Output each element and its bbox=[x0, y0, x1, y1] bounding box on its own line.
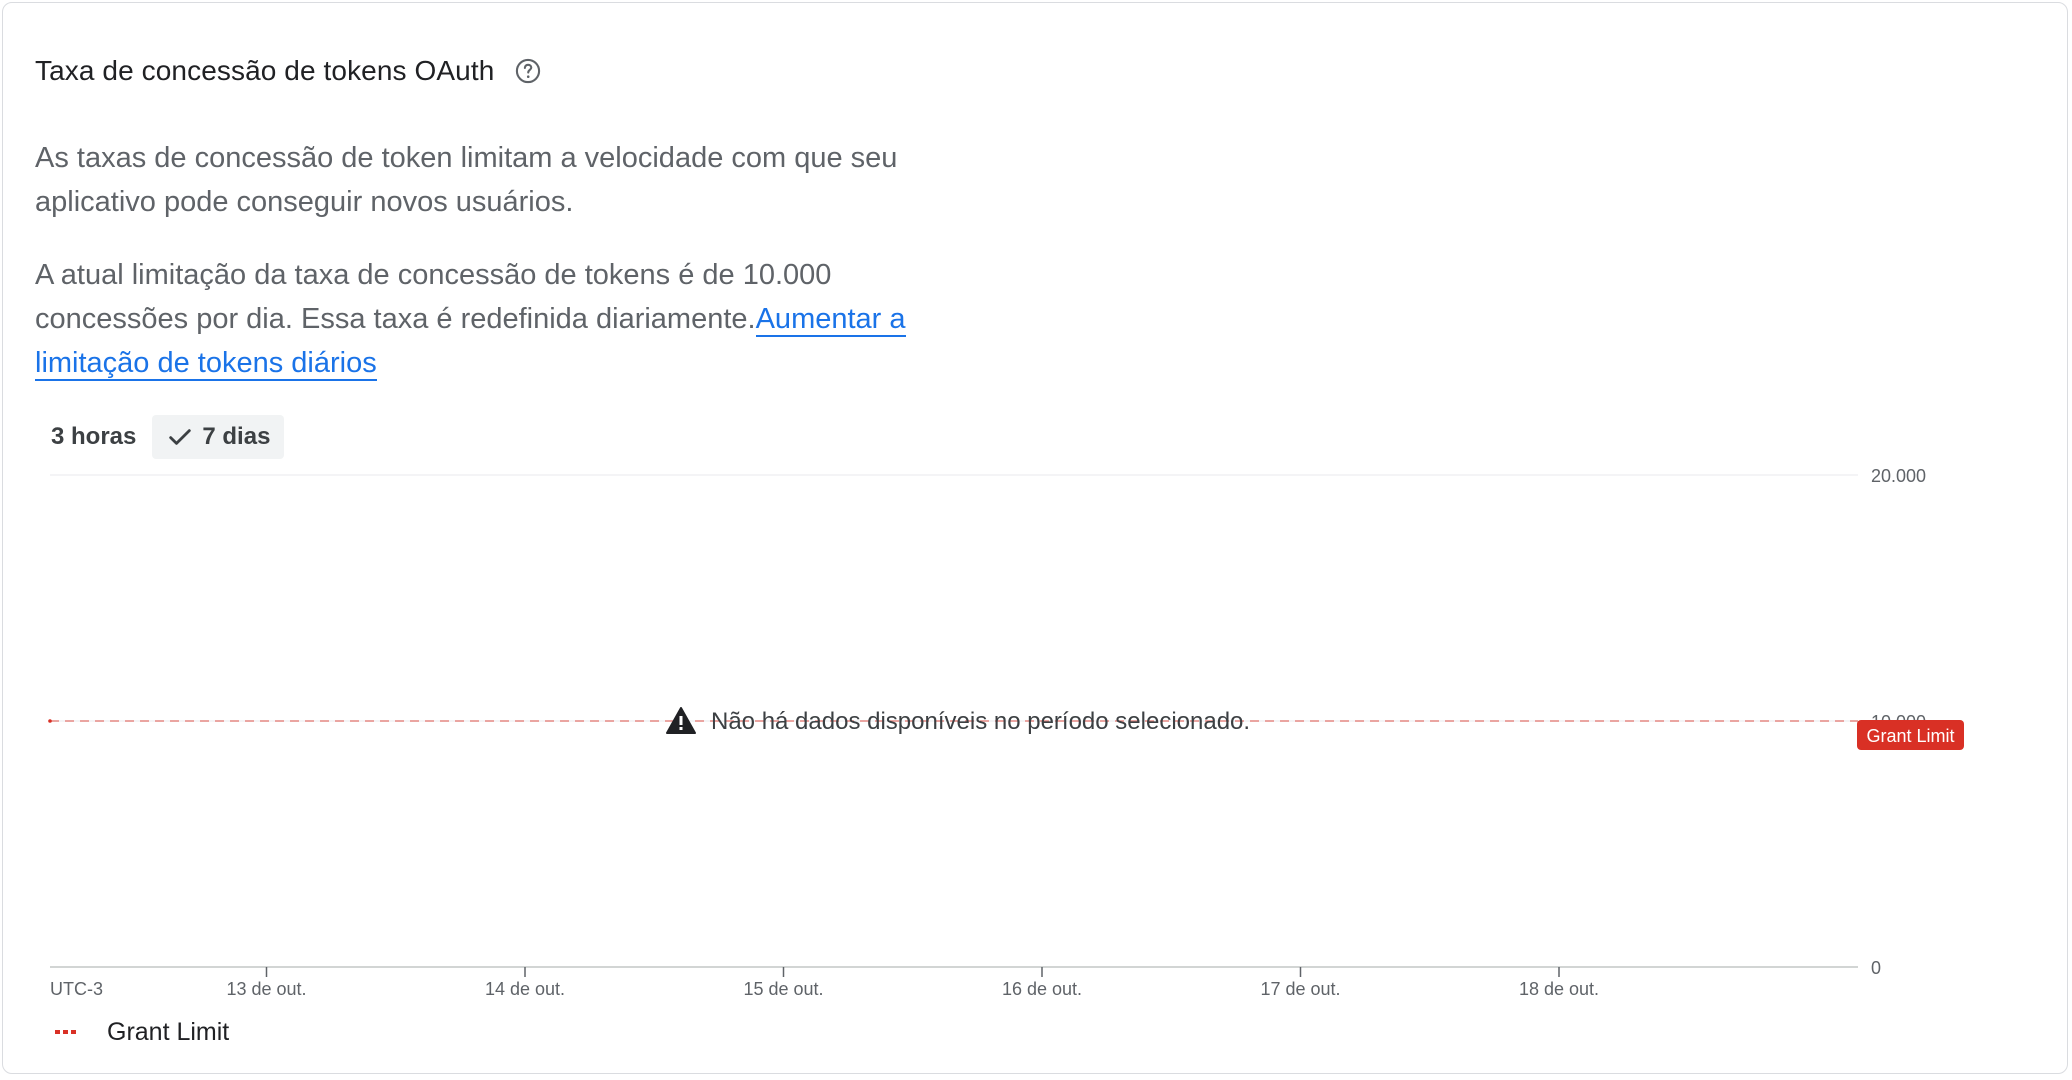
help-circle-icon[interactable] bbox=[514, 57, 542, 85]
legend-label-grant-limit: Grant Limit bbox=[107, 1017, 230, 1046]
no-data-message: Não há dados disponíveis no período sele… bbox=[711, 708, 1250, 735]
y-tick-label: 0 bbox=[1871, 958, 1881, 978]
grant-limit-badge-label: Grant Limit bbox=[1866, 726, 1954, 746]
x-tick-label: 16 de out. bbox=[1002, 979, 1082, 999]
x-tick-label: 15 de out. bbox=[743, 979, 823, 999]
oauth-token-grant-rate-card: Taxa de concessão de tokens OAuth As tax… bbox=[2, 2, 2068, 1074]
card-title: Taxa de concessão de tokens OAuth bbox=[35, 55, 495, 86]
y-tick-label: 20.000 bbox=[1871, 466, 1926, 486]
series-point-grant-limit bbox=[48, 719, 52, 723]
grant-rate-description: As taxas de concessão de token limitam a… bbox=[35, 142, 898, 218]
grant-rate-limit-info: A atual limitação da taxa de concessão d… bbox=[35, 253, 935, 385]
range-7-days-button[interactable]: 7 dias bbox=[152, 415, 285, 459]
no-data-overlay: Não há dados disponíveis no período sele… bbox=[666, 707, 1250, 735]
legend-swatch-grant-limit bbox=[55, 1030, 77, 1034]
card-header: Taxa de concessão de tokens OAuth bbox=[35, 51, 542, 91]
x-tick-label: 14 de out. bbox=[485, 979, 565, 999]
timezone-label: UTC-3 bbox=[50, 979, 103, 999]
x-tick-label: 18 de out. bbox=[1519, 979, 1599, 999]
grant-rate-limit-text: A atual limitação da taxa de concessão d… bbox=[35, 259, 832, 335]
x-tick-label: 13 de out. bbox=[226, 979, 306, 999]
check-icon bbox=[169, 429, 192, 445]
time-range-toggle: 3 horas 7 dias bbox=[37, 415, 285, 459]
range-7-days-label: 7 dias bbox=[202, 423, 271, 450]
chart-legend: Grant Limit bbox=[55, 1015, 229, 1049]
range-3-hours-label: 3 horas bbox=[51, 423, 137, 450]
range-3-hours-button[interactable]: 3 horas bbox=[37, 415, 150, 459]
x-tick-label: 17 de out. bbox=[1260, 979, 1340, 999]
